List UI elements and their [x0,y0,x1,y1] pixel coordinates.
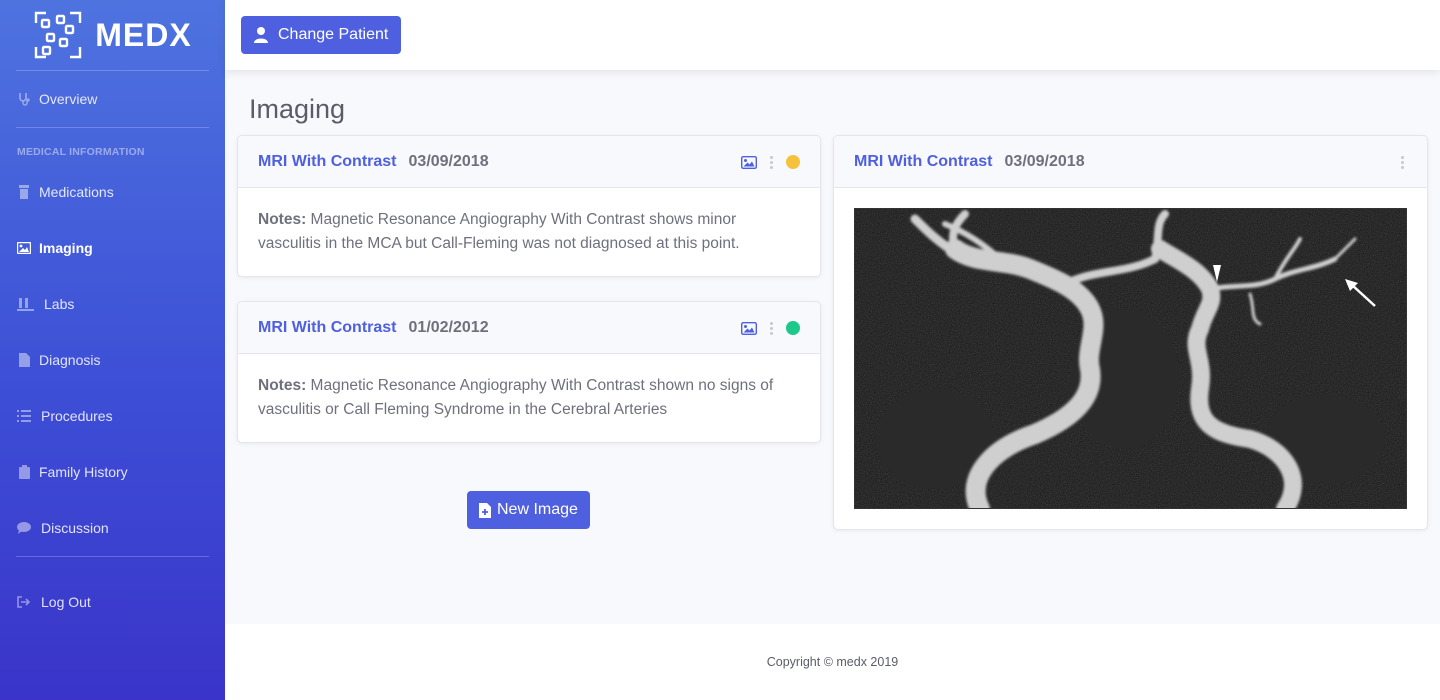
change-patient-label: Change Patient [278,26,389,43]
comment-icon [17,521,31,535]
status-dot [786,155,800,169]
change-patient-button[interactable]: Change Patient [241,16,402,54]
sidebar-item-label: Diagnosis [39,352,101,368]
imaging-record-card: MRI With Contrast 01/02/2012 Notes: Magn… [237,301,821,443]
sidebar-item-procedures[interactable]: Procedures [0,388,225,444]
record-title[interactable]: MRI With Contrast [258,319,397,337]
footer: Copyright © medx 2019 [225,624,1440,700]
medx-logo-icon [35,11,82,59]
card-tools [741,302,800,354]
record-title[interactable]: MRI With Contrast [258,153,397,171]
sidebar-item-labs[interactable]: Labs [0,276,225,332]
sidebar-item-label: Discussion [41,520,109,536]
more-options-icon[interactable] [767,321,776,335]
stethoscope-icon [17,92,31,106]
record-date: 03/09/2018 [408,152,489,170]
sidebar-item-diagnosis[interactable]: Diagnosis [0,332,225,388]
card-header: MRI With Contrast 03/09/2018 [238,136,820,188]
topbar: Change Patient [225,0,1440,70]
card-tools [741,136,800,188]
sidebar-item-label: Log Out [41,594,91,610]
sidebar-item-imaging[interactable]: Imaging [0,220,225,276]
notes-text: Magnetic Resonance Angiography With Cont… [258,377,774,418]
card-header: MRI With Contrast 03/09/2018 [834,136,1427,188]
more-options-icon[interactable] [1398,155,1407,169]
image-icon[interactable] [741,321,757,335]
image-viewer-card: MRI With Contrast 03/09/2018 [833,135,1428,530]
notes-label: Notes: [258,211,307,228]
record-date: 01/02/2012 [408,318,489,336]
new-image-button[interactable]: New Image [467,491,590,529]
new-image-label: New Image [497,501,578,518]
brand[interactable]: MEDX [0,0,225,70]
mri-image[interactable] [854,208,1407,509]
sidebar-item-discussion[interactable]: Discussion [0,500,225,556]
sidebar-item-family-history[interactable]: Family History [0,444,225,500]
notes-text: Magnetic Resonance Angiography With Cont… [258,211,740,252]
clipboard-icon [17,465,31,479]
viewer-title: MRI With Contrast [854,152,993,170]
image-icon[interactable] [741,155,757,169]
vials-icon [17,297,34,311]
sidebar-item-overview[interactable]: Overview [0,71,225,127]
sidebar-item-label: Labs [44,296,75,312]
card-tools [1398,136,1407,188]
status-dot [786,321,800,335]
sidebar-item-label: Family History [39,464,128,480]
more-options-icon[interactable] [767,155,776,169]
sidebar-item-label: Imaging [39,240,93,256]
sign-out-icon [17,595,31,609]
file-icon [17,353,31,367]
card-header: MRI With Contrast 01/02/2012 [238,302,820,354]
list-icon [17,409,31,423]
card-body: Notes: Magnetic Resonance Angiography Wi… [238,188,820,276]
sidebar-item-medications[interactable]: Medications [0,164,225,220]
sidebar-item-label: Medications [39,184,114,200]
image-icon [17,241,31,255]
sidebar-item-label: Overview [39,91,98,107]
notes-label: Notes: [258,377,307,394]
card-body: Notes: Magnetic Resonance Angiography Wi… [238,354,820,442]
viewer-date: 03/09/2018 [1004,152,1085,170]
imaging-record-card: MRI With Contrast 03/09/2018 Notes: Magn… [237,135,821,277]
sidebar-item-label: Procedures [41,408,113,424]
file-plus-icon [479,502,491,518]
prescription-bottle-icon [17,185,31,199]
brand-name: MEDX [95,16,192,53]
copyright-text: Copyright © medx 2019 [766,655,899,669]
user-icon [254,27,268,43]
sidebar-item-logout[interactable]: Log Out [0,574,225,630]
page-title: Imaging [249,94,346,124]
sidebar-heading: MEDICAL INFORMATION [17,146,145,158]
sidebar: MEDX Overview MEDICAL INFORMATION Medica… [0,0,225,700]
mri-angiogram [855,209,1406,508]
